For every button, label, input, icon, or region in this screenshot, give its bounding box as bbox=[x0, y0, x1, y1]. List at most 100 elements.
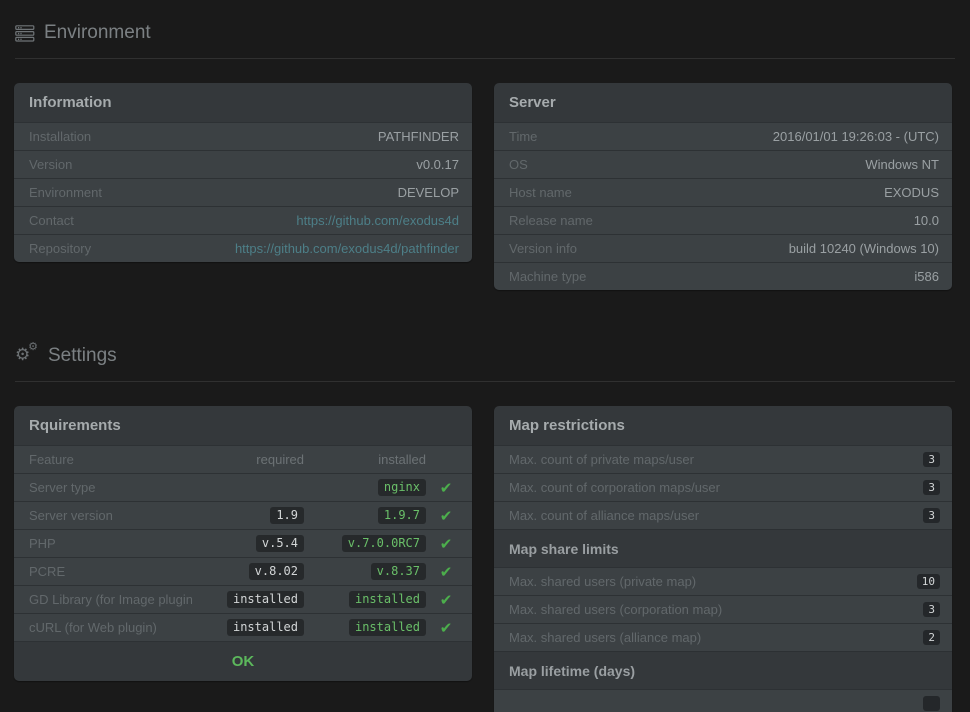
value-badge: 3 bbox=[923, 508, 940, 523]
row-label: Max. count of private maps/user bbox=[509, 452, 923, 467]
table-row: PHP v.5.4 v.7.0.0RC7 ✔ bbox=[14, 529, 472, 557]
value-badge: 2 bbox=[923, 630, 940, 645]
table-row: Max. shared users (private map) 10 bbox=[494, 567, 952, 595]
table-row: Version v0.0.17 bbox=[14, 150, 472, 178]
row-label: Host name bbox=[509, 185, 884, 200]
required-cell: installed bbox=[192, 619, 304, 636]
check-icon: ✔ bbox=[440, 563, 453, 581]
table-row: PCRE v.8.02 v.8.37 ✔ bbox=[14, 557, 472, 585]
information-panel: Information Installation PATHFINDER Vers… bbox=[14, 83, 472, 262]
repository-link[interactable]: https://github.com/exodus4d/pathfinder bbox=[235, 241, 459, 256]
installed-badge: nginx bbox=[378, 479, 426, 496]
status-cell: ✔ bbox=[426, 535, 466, 553]
row-label: Max. count of corporation maps/user bbox=[509, 480, 923, 495]
table-row: Max. shared users (alliance map) 2 bbox=[494, 623, 952, 651]
check-icon: ✔ bbox=[440, 619, 453, 637]
row-value: 10.0 bbox=[914, 213, 939, 228]
row-label: PCRE bbox=[29, 564, 192, 579]
gear-small-icon: ⚙ bbox=[28, 341, 38, 353]
installed-cell: installed bbox=[304, 619, 426, 636]
settings-panels: Rquirements Feature required installed S… bbox=[14, 406, 952, 712]
settings-section-title: Settings bbox=[48, 345, 117, 367]
server-stack-icon bbox=[15, 25, 35, 42]
map-restrictions-title: Map restrictions bbox=[494, 406, 952, 445]
table-row-partial bbox=[494, 689, 952, 712]
requirements-table-header: Feature required installed bbox=[14, 445, 472, 473]
required-cell: 1.9 bbox=[192, 507, 304, 524]
row-label: GD Library (for Image plugin) bbox=[29, 592, 192, 607]
status-cell: ✔ bbox=[426, 563, 466, 581]
table-row: Max. shared users (corporation map) 3 bbox=[494, 595, 952, 623]
required-badge: installed bbox=[227, 619, 304, 636]
row-value: EXODUS bbox=[884, 185, 939, 200]
value-badge: 10 bbox=[917, 574, 940, 589]
row-label: Release name bbox=[509, 213, 914, 228]
installed-cell: 1.9.7 bbox=[304, 507, 426, 524]
check-icon: ✔ bbox=[440, 479, 453, 497]
installed-cell: v.8.37 bbox=[304, 563, 426, 580]
table-row: GD Library (for Image plugin) installed … bbox=[14, 585, 472, 613]
status-cell: ✔ bbox=[426, 479, 466, 497]
row-value: 2016/01/01 19:26:03 - (UTC) bbox=[773, 129, 939, 144]
row-label: Server version bbox=[29, 508, 192, 523]
requirements-panel: Rquirements Feature required installed S… bbox=[14, 406, 472, 681]
row-label: Max. count of alliance maps/user bbox=[509, 508, 923, 523]
row-label: Time bbox=[509, 129, 773, 144]
required-badge: v.5.4 bbox=[256, 535, 304, 552]
table-row: Release name 10.0 bbox=[494, 206, 952, 234]
section-divider bbox=[15, 381, 955, 382]
map-settings-panel: Map restrictions Max. count of private m… bbox=[494, 406, 952, 712]
row-value: DEVELOP bbox=[398, 185, 459, 200]
check-icon: ✔ bbox=[440, 507, 453, 525]
row-label: Machine type bbox=[509, 269, 914, 284]
admin-environment-page: Environment Information Installation PAT… bbox=[0, 0, 970, 712]
information-panel-title: Information bbox=[14, 83, 472, 122]
installed-badge: v.7.0.0RC7 bbox=[342, 535, 426, 552]
environment-section-header: Environment bbox=[15, 20, 955, 46]
settings-section-header: ⚙⚙ Settings bbox=[15, 343, 955, 369]
row-label: Max. shared users (private map) bbox=[509, 574, 917, 589]
row-label: Environment bbox=[29, 185, 398, 200]
table-row: Max. count of corporation maps/user 3 bbox=[494, 473, 952, 501]
row-label: Contact bbox=[29, 213, 296, 228]
required-cell: v.5.4 bbox=[192, 535, 304, 552]
row-label: PHP bbox=[29, 536, 192, 551]
table-row: Max. count of private maps/user 3 bbox=[494, 445, 952, 473]
row-label: Installation bbox=[29, 129, 378, 144]
table-row: cURL (for Web plugin) installed installe… bbox=[14, 613, 472, 641]
value-badge bbox=[923, 696, 940, 711]
required-cell: v.8.02 bbox=[192, 563, 304, 580]
row-value: PATHFINDER bbox=[378, 129, 459, 144]
value-badge: 3 bbox=[923, 480, 940, 495]
table-row: Environment DEVELOP bbox=[14, 178, 472, 206]
required-badge: 1.9 bbox=[270, 507, 304, 524]
column-header-feature: Feature bbox=[29, 452, 192, 467]
environment-panels: Information Installation PATHFINDER Vers… bbox=[14, 83, 952, 290]
column-header-required: required bbox=[192, 452, 304, 467]
requirements-panel-title: Rquirements bbox=[14, 406, 472, 445]
environment-section-title: Environment bbox=[44, 22, 151, 44]
contact-link[interactable]: https://github.com/exodus4d bbox=[296, 213, 459, 228]
section-divider bbox=[15, 58, 955, 59]
status-cell: ✔ bbox=[426, 619, 466, 637]
requirements-status-footer: OK bbox=[14, 641, 472, 681]
installed-badge: 1.9.7 bbox=[378, 507, 426, 524]
table-row: Server version 1.9 1.9.7 ✔ bbox=[14, 501, 472, 529]
required-badge: installed bbox=[227, 591, 304, 608]
installed-badge: installed bbox=[349, 619, 426, 636]
table-row: Contact https://github.com/exodus4d bbox=[14, 206, 472, 234]
table-row: Installation PATHFINDER bbox=[14, 122, 472, 150]
installed-cell: v.7.0.0RC7 bbox=[304, 535, 426, 552]
status-cell: ✔ bbox=[426, 507, 466, 525]
required-badge: v.8.02 bbox=[249, 563, 304, 580]
gears-icon: ⚙⚙ bbox=[15, 346, 39, 366]
table-row: OS Windows NT bbox=[494, 150, 952, 178]
row-value: build 10240 (Windows 10) bbox=[789, 241, 939, 256]
row-label: cURL (for Web plugin) bbox=[29, 620, 192, 635]
value-badge: 3 bbox=[923, 452, 940, 467]
server-panel-title: Server bbox=[494, 83, 952, 122]
required-cell: installed bbox=[192, 591, 304, 608]
check-icon: ✔ bbox=[440, 591, 453, 609]
table-row: Host name EXODUS bbox=[494, 178, 952, 206]
value-badge: 3 bbox=[923, 602, 940, 617]
